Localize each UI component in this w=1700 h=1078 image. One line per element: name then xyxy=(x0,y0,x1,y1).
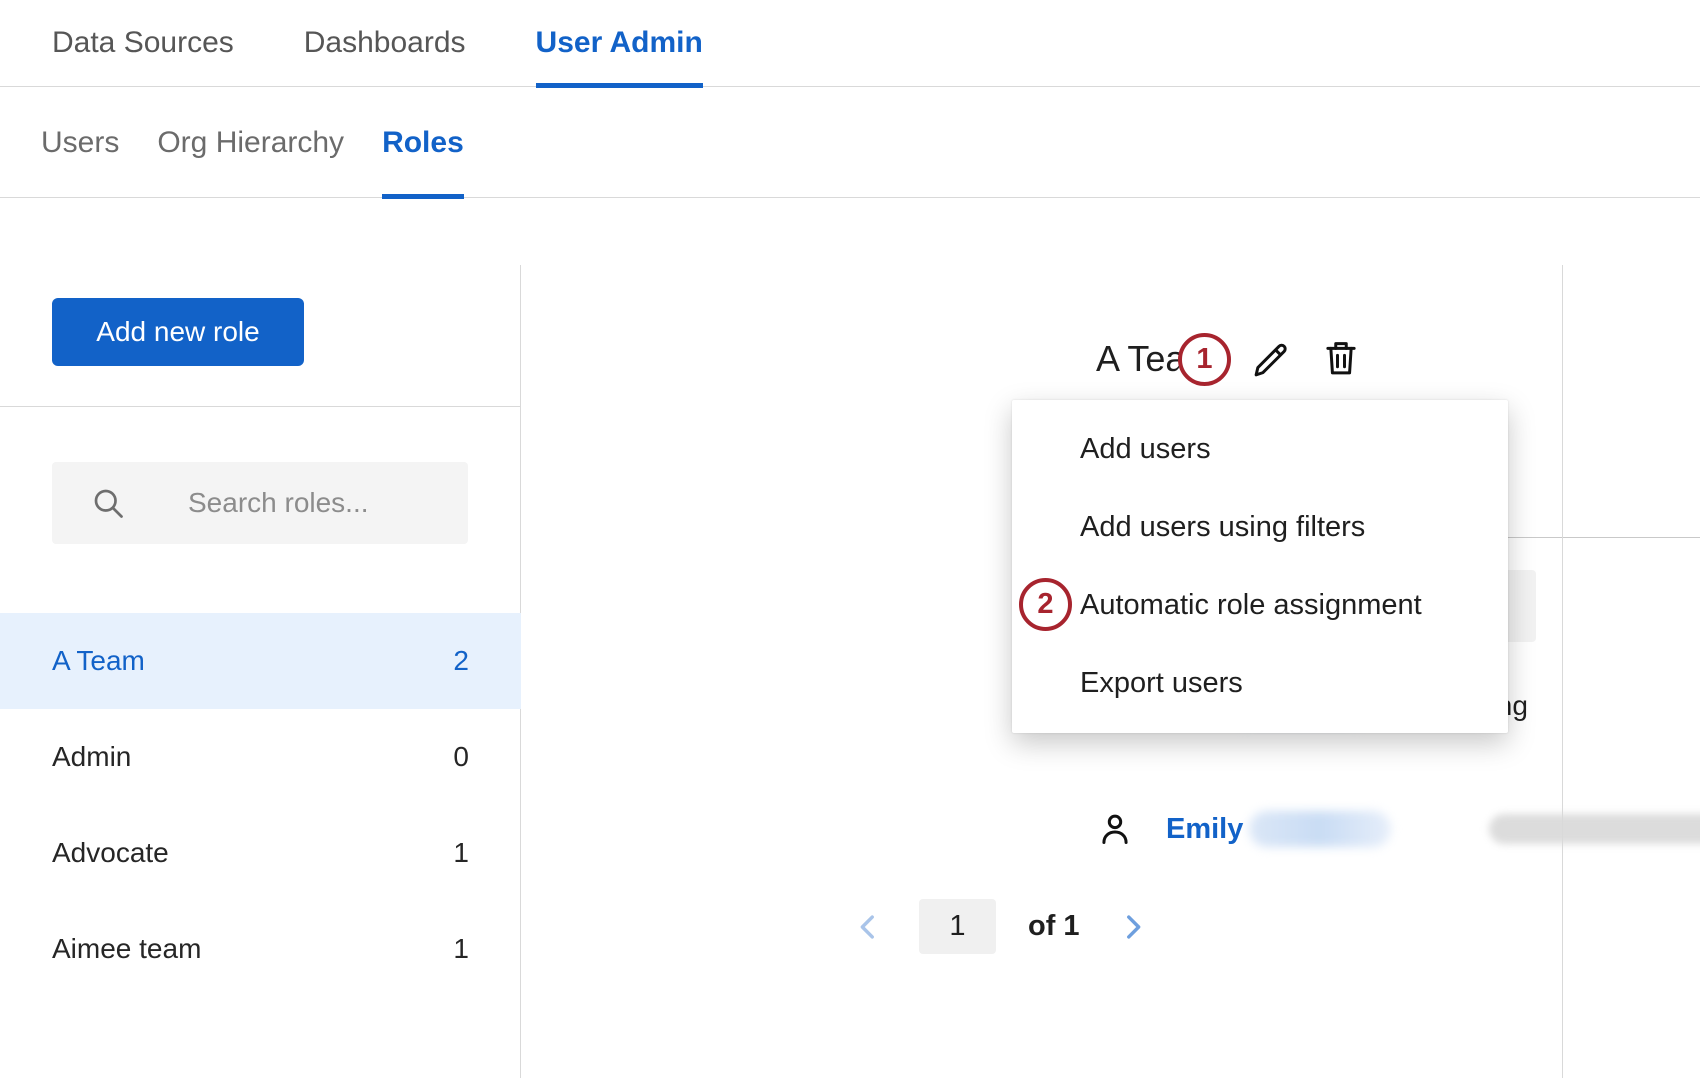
role-name: A Team xyxy=(52,645,145,677)
page-of-label: of 1 xyxy=(1028,910,1080,943)
menu-item-add-users[interactable]: Add users xyxy=(1012,410,1508,488)
person-icon xyxy=(1096,810,1134,848)
add-new-role-button[interactable]: Add new role xyxy=(52,298,304,366)
edit-role-button[interactable] xyxy=(1250,339,1292,381)
role-row-a-team[interactable]: A Team 2 xyxy=(0,613,521,709)
role-row-aimee-team[interactable]: Aimee team 1 xyxy=(0,901,521,997)
role-count: 2 xyxy=(453,645,469,677)
menu-item-add-users-using-filters[interactable]: Add users using filters xyxy=(1012,488,1508,566)
role-name: Advocate xyxy=(52,837,169,869)
delete-role-button[interactable] xyxy=(1320,337,1362,379)
tab-roles[interactable]: Roles xyxy=(382,88,464,197)
pencil-icon xyxy=(1250,369,1292,384)
user-name-link[interactable]: Emily xyxy=(1166,813,1243,846)
top-navigation: Data Sources Dashboards User Admin xyxy=(0,0,1700,87)
page-number-box[interactable]: 1 xyxy=(919,899,996,954)
role-count: 1 xyxy=(453,837,469,869)
menu-item-automatic-role-assignment[interactable]: Automatic role assignment xyxy=(1012,566,1508,644)
chevron-left-icon[interactable] xyxy=(851,910,885,944)
pagination: 1 of 1 xyxy=(851,899,1150,954)
tab-dashboards[interactable]: Dashboards xyxy=(304,0,466,86)
annotation-step-1: 1 xyxy=(1178,333,1231,386)
tab-user-admin[interactable]: User Admin xyxy=(536,0,703,86)
user-row-emily: Emily xyxy=(1096,799,1700,859)
search-icon xyxy=(90,485,126,521)
content-right-edge xyxy=(1562,265,1563,1078)
role-list: A Team 2 Admin 0 Advocate 1 Aimee team 1 xyxy=(0,613,521,997)
trash-icon xyxy=(1320,367,1362,382)
roles-sidebar: Add new role A Team 2 Admin 0 Advocate 1 xyxy=(0,199,521,1078)
role-count: 1 xyxy=(453,933,469,965)
chevron-right-icon[interactable] xyxy=(1116,910,1150,944)
user-admin-app: Data Sources Dashboards User Admin Users… xyxy=(0,0,1700,1078)
redacted-last-name xyxy=(1249,811,1391,847)
annotation-step-2: 2 xyxy=(1019,578,1072,631)
role-name: Admin xyxy=(52,741,131,773)
redacted-email xyxy=(1489,814,1700,844)
sub-navigation: Users Org Hierarchy Roles xyxy=(0,88,1700,198)
menu-item-export-users[interactable]: Export users xyxy=(1012,644,1508,722)
role-row-advocate[interactable]: Advocate 1 xyxy=(0,805,521,901)
add-export-menu: Add users Add users using filters Automa… xyxy=(1012,400,1508,733)
tab-org-hierarchy[interactable]: Org Hierarchy xyxy=(157,88,344,197)
sidebar-rule xyxy=(0,406,521,407)
tab-users[interactable]: Users xyxy=(41,88,119,197)
role-search xyxy=(52,462,468,544)
role-name: Aimee team xyxy=(52,933,201,965)
tab-data-sources[interactable]: Data Sources xyxy=(52,0,234,86)
role-count: 0 xyxy=(453,741,469,773)
role-row-admin[interactable]: Admin 0 xyxy=(0,709,521,805)
